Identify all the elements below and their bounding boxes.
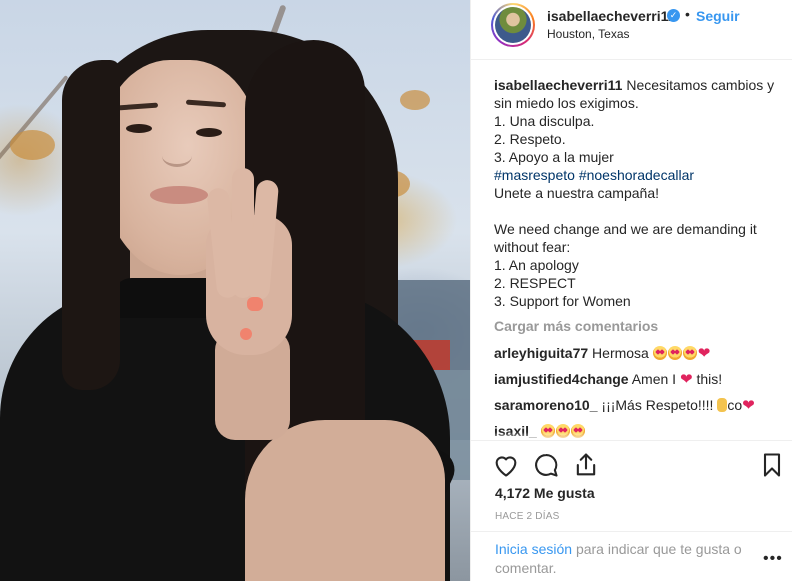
- login-link[interactable]: Inicia sesión: [495, 541, 572, 557]
- caption-username[interactable]: isabellaecheverri11: [494, 77, 622, 93]
- comment: iamjustified4change Amen I ❤ this!: [494, 370, 779, 389]
- comment-username[interactable]: arleyhiguita77: [494, 345, 588, 361]
- caption-line: 1. An apology: [494, 257, 579, 273]
- heart-eyes-emoji: [667, 346, 682, 360]
- caption-line: 1. Una disculpa.: [494, 113, 595, 129]
- likes-count[interactable]: 4,172 Me gusta: [495, 485, 595, 501]
- more-options-icon[interactable]: •••: [763, 550, 783, 568]
- fingers-crossed-emoji: [717, 398, 728, 412]
- scroll-fade: [494, 432, 779, 440]
- caption-hashtags: #masrespeto #noeshoradecallar: [494, 166, 779, 184]
- heart-emoji: ❤: [742, 397, 755, 414]
- username-link[interactable]: isabellaecheverri11: [547, 8, 675, 24]
- fingernail: [240, 328, 252, 340]
- comment-text: Hermosa: [592, 345, 649, 361]
- leaves: [10, 130, 55, 160]
- comment-username[interactable]: iamjustified4change: [494, 371, 629, 387]
- caption-line: 3. Support for Women: [494, 293, 631, 309]
- story-ring[interactable]: [491, 3, 535, 47]
- bookmark-icon[interactable]: [758, 451, 786, 479]
- post-details-panel: isabellaecheverri11 ✓ • Seguir Houston, …: [470, 0, 792, 581]
- caption-line: isabellaecheverri11 Necesitamos cambios …: [494, 76, 779, 94]
- verified-icon: ✓: [667, 9, 680, 22]
- comment-username[interactable]: saramoreno10_: [494, 397, 598, 413]
- comment-text: co: [727, 397, 743, 413]
- avatar[interactable]: [495, 7, 531, 43]
- caption-line: sin miedo los exigimos.: [494, 95, 639, 111]
- caption-line: 3. Apoyo a la mujer: [494, 149, 614, 165]
- caption-line: 2. Respeto.: [494, 131, 566, 147]
- comment-text: Amen I: [631, 371, 677, 387]
- lips: [150, 186, 208, 204]
- login-prompt: Inicia sesión para indicar que te gusta …: [495, 540, 745, 578]
- nose: [162, 145, 192, 167]
- leaves: [400, 90, 430, 110]
- comment-text: ¡¡¡Más Respeto!!!!: [601, 397, 714, 413]
- share-icon[interactable]: [572, 451, 600, 479]
- hashtag-link[interactable]: #noeshoradecallar: [579, 167, 694, 183]
- comment-icon[interactable]: [532, 451, 560, 479]
- hashtag-link[interactable]: #masrespeto: [494, 167, 575, 183]
- caption-text: Necesitamos cambios y: [626, 77, 775, 93]
- comment: arleyhiguita77 Hermosa ❤: [494, 344, 779, 363]
- caption-line: Unete a nuestra campaña!: [494, 185, 659, 201]
- heart-emoji: ❤: [679, 371, 693, 388]
- hair-strand: [62, 60, 120, 390]
- heart-eyes-emoji: [682, 346, 697, 360]
- post-timestamp[interactable]: HACE 2 DÍAS: [495, 511, 559, 522]
- comment: saramoreno10_ ¡¡¡Más Respeto!!!! co❤: [494, 396, 779, 415]
- heart-emoji: ❤: [697, 345, 711, 362]
- divider: [471, 440, 792, 441]
- load-more-comments-button[interactable]: Cargar más comentarios: [494, 317, 779, 335]
- caption-line: without fear:: [494, 239, 571, 255]
- post-photo[interactable]: [0, 0, 470, 581]
- eye: [196, 128, 222, 137]
- separator-dot: •: [685, 6, 690, 22]
- divider: [471, 531, 792, 532]
- caption-line: We need change and we are demanding it: [494, 221, 757, 237]
- location-link[interactable]: Houston, Texas: [547, 27, 630, 41]
- post-header: isabellaecheverri11 ✓ • Seguir Houston, …: [471, 0, 792, 60]
- avatar-border: [493, 5, 533, 45]
- caption-line: 2. RESPECT: [494, 275, 576, 291]
- heart-eyes-emoji: [652, 346, 667, 360]
- fingernail: [247, 297, 263, 311]
- eye: [126, 124, 152, 133]
- follow-button[interactable]: Seguir: [696, 8, 740, 24]
- comments-list[interactable]: isabellaecheverri11 Necesitamos cambios …: [494, 76, 779, 440]
- heart-icon[interactable]: [492, 451, 520, 479]
- forearm: [245, 420, 445, 581]
- comment-text: this!: [696, 371, 723, 387]
